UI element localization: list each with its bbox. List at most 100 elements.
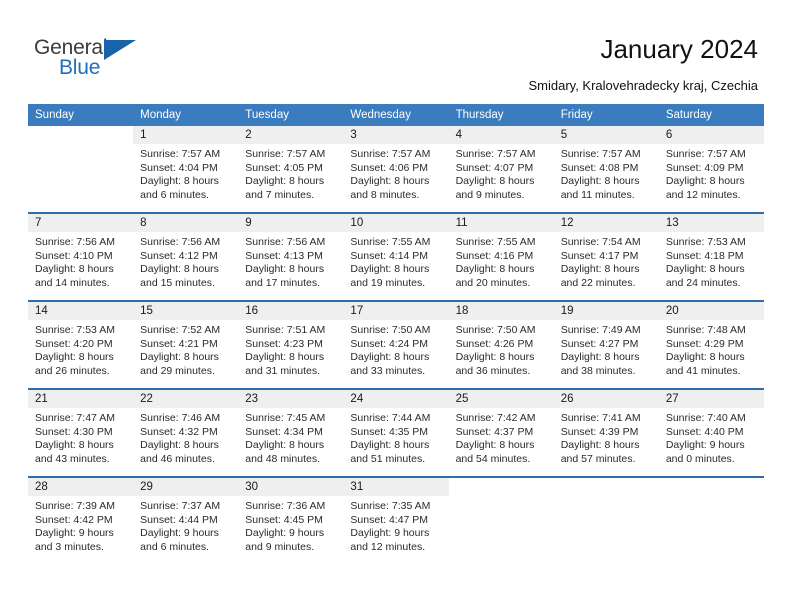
daylight-duration-line1: Daylight: 8 hours [140, 351, 219, 364]
calendar-day-cell[interactable]: 29 Sunrise: 7:37 AM Sunset: 4:44 PM Dayligh… [133, 478, 239, 564]
calendar-day-cell[interactable]: 15 Sunrise: 7:52 AM Sunset: 4:21 PM Dayligh… [133, 302, 239, 388]
daylight-duration-line2: and 26 minutes. [35, 364, 110, 377]
weekday-header-monday: Monday [140, 109, 182, 121]
general-blue-logo[interactable]: General Blue [34, 36, 154, 86]
calendar-week-body: 21 Sunrise: 7:47 AM Sunset: 4:30 PM Dayligh… [28, 390, 764, 476]
day-sun-info: Sunrise: 7:48 AM Sunset: 4:29 PM Daylight:… [659, 320, 764, 378]
daylight-duration-line1: Daylight: 9 hours [350, 527, 430, 540]
weekday-header-sunday: Sunday [35, 109, 75, 121]
calendar-day-cell[interactable]: 8 Sunrise: 7:56 AM Sunset: 4:12 PM Daylight… [133, 214, 239, 300]
day-number: 20 [658, 302, 764, 320]
day-sun-info: Sunrise: 7:53 AM Sunset: 4:18 PM Daylight:… [659, 232, 764, 290]
sunset-time: Sunset: 4:18 PM [665, 249, 744, 262]
calendar-day-cell[interactable]: 20 Sunrise: 7:48 AM Sunset: 4:29 PM Dayligh… [658, 302, 764, 388]
calendar-day-cell[interactable]: 10 Sunrise: 7:55 AM Sunset: 4:14 PM Dayligh… [343, 214, 449, 300]
sunset-time: Sunset: 4:23 PM [245, 337, 323, 350]
calendar-week-body: 7 Sunrise: 7:56 AM Sunset: 4:10 PM Daylight… [28, 214, 764, 300]
day-number: 27 [658, 390, 764, 408]
calendar-day-cell[interactable]: 25 Sunrise: 7:42 AM Sunset: 4:37 PM Dayligh… [448, 390, 554, 476]
calendar-day-cell[interactable]: 27 Sunrise: 7:40 AM Sunset: 4:40 PM Dayligh… [658, 390, 764, 476]
calendar-day-cell[interactable]: 9 Sunrise: 7:56 AM Sunset: 4:13 PM Daylight… [238, 214, 344, 300]
daylight-duration-line1: Daylight: 8 hours [560, 175, 640, 188]
daylight-duration-line2: and 17 minutes. [245, 276, 320, 289]
calendar-day-cell[interactable]: 16 Sunrise: 7:51 AM Sunset: 4:23 PM Dayligh… [238, 302, 344, 388]
page-header: General Blue January 2024 Smidary, Kralo… [0, 0, 792, 100]
sunrise-time: Sunrise: 7:48 AM [665, 324, 746, 336]
calendar-page: General Blue January 2024 Smidary, Kralo… [0, 0, 792, 612]
day-number: 21 [28, 390, 134, 408]
sunrise-time: Sunrise: 7:55 AM [350, 236, 431, 248]
daylight-duration-line1: Daylight: 8 hours [455, 351, 535, 364]
day-number: 28 [28, 478, 134, 496]
calendar-day-cell[interactable]: 3 Sunrise: 7:57 AM Sunset: 4:06 PM Daylight… [343, 126, 449, 212]
day-number: 31 [343, 478, 449, 496]
calendar-day-cell[interactable]: 31 Sunrise: 7:35 AM Sunset: 4:47 PM Dayligh… [343, 478, 449, 564]
sunrise-time: Sunrise: 7:56 AM [35, 236, 115, 248]
sunrise-time: Sunrise: 7:40 AM [665, 412, 746, 424]
calendar-day-cell[interactable]: 18 Sunrise: 7:50 AM Sunset: 4:26 PM Dayligh… [448, 302, 554, 388]
weekday-header-saturday: Saturday [665, 109, 712, 121]
daylight-duration-line1: Daylight: 9 hours [245, 527, 325, 540]
calendar-weeks: 1 Sunrise: 7:57 AM Sunset: 4:04 PM Daylight… [28, 126, 764, 564]
sunset-time: Sunset: 4:34 PM [245, 425, 323, 438]
daylight-duration-line1: Daylight: 9 hours [140, 527, 219, 540]
sunset-time: Sunset: 4:40 PM [665, 425, 744, 438]
logo-triangle-icon [104, 40, 136, 60]
weekday-header-row: Sunday Monday Tuesday Wednesday Thursday… [28, 104, 764, 126]
calendar-week-body: 1 Sunrise: 7:57 AM Sunset: 4:04 PM Daylight… [28, 126, 764, 212]
calendar-week-row: 14 Sunrise: 7:53 AM Sunset: 4:20 PM Dayligh… [28, 300, 764, 388]
day-number: 29 [133, 478, 239, 496]
calendar-day-cell[interactable]: 26 Sunrise: 7:41 AM Sunset: 4:39 PM Dayligh… [553, 390, 659, 476]
daylight-duration-line1: Daylight: 9 hours [665, 439, 745, 452]
sunset-time: Sunset: 4:07 PM [455, 161, 534, 174]
calendar-day-cell[interactable]: 22 Sunrise: 7:46 AM Sunset: 4:32 PM Dayligh… [133, 390, 239, 476]
calendar-day-cell[interactable]: 13 Sunrise: 7:53 AM Sunset: 4:18 PM Dayligh… [658, 214, 764, 300]
calendar-day-cell[interactable]: 6 Sunrise: 7:57 AM Sunset: 4:09 PM Daylight… [658, 126, 764, 212]
calendar-day-cell[interactable]: 4 Sunrise: 7:57 AM Sunset: 4:07 PM Daylight… [448, 126, 554, 212]
calendar-day-cell[interactable]: 19 Sunrise: 7:49 AM Sunset: 4:27 PM Dayligh… [553, 302, 659, 388]
day-sun-info: Sunrise: 7:44 AM Sunset: 4:35 PM Daylight:… [343, 408, 448, 466]
sunrise-time: Sunrise: 7:56 AM [140, 236, 221, 248]
calendar-day-cell[interactable]: 21 Sunrise: 7:47 AM Sunset: 4:30 PM Dayligh… [28, 390, 134, 476]
day-number: 1 [133, 126, 239, 144]
location-subtitle: Smidary, Kralovehradecky kraj, Czechia [528, 78, 758, 93]
day-sun-info: Sunrise: 7:57 AM Sunset: 4:05 PM Daylight:… [238, 144, 343, 202]
daylight-duration-line1: Daylight: 8 hours [455, 175, 535, 188]
sunset-time: Sunset: 4:45 PM [245, 513, 323, 526]
day-sun-info: Sunrise: 7:53 AM Sunset: 4:20 PM Daylight:… [28, 320, 133, 378]
calendar-day-cell[interactable]: 14 Sunrise: 7:53 AM Sunset: 4:20 PM Dayligh… [28, 302, 134, 388]
calendar-week-row: 1 Sunrise: 7:57 AM Sunset: 4:04 PM Daylight… [28, 126, 764, 212]
calendar-day-cell[interactable]: 11 Sunrise: 7:55 AM Sunset: 4:16 PM Dayligh… [448, 214, 554, 300]
sunset-time: Sunset: 4:35 PM [350, 425, 429, 438]
sunrise-time: Sunrise: 7:36 AM [245, 500, 326, 512]
calendar-day-cell[interactable]: 17 Sunrise: 7:50 AM Sunset: 4:24 PM Dayligh… [343, 302, 449, 388]
daylight-duration-line2: and 19 minutes. [350, 276, 426, 289]
calendar-day-cell-empty [659, 478, 764, 564]
sunset-time: Sunset: 4:37 PM [455, 425, 534, 438]
calendar-day-cell[interactable]: 23 Sunrise: 7:45 AM Sunset: 4:34 PM Dayligh… [238, 390, 344, 476]
calendar-day-cell[interactable]: 2 Sunrise: 7:57 AM Sunset: 4:05 PM Daylight… [238, 126, 344, 212]
calendar-day-cell[interactable]: 5 Sunrise: 7:57 AM Sunset: 4:08 PM Daylight… [553, 126, 659, 212]
day-number: 3 [343, 126, 449, 144]
weekday-header-thursday: Thursday [455, 109, 504, 121]
calendar-day-cell[interactable]: 7 Sunrise: 7:56 AM Sunset: 4:10 PM Daylight… [28, 214, 134, 300]
sunrise-time: Sunrise: 7:57 AM [245, 148, 326, 160]
calendar-day-cell[interactable]: 30 Sunrise: 7:36 AM Sunset: 4:45 PM Dayligh… [238, 478, 344, 564]
calendar-day-cell[interactable]: 24 Sunrise: 7:44 AM Sunset: 4:35 PM Dayligh… [343, 390, 449, 476]
calendar-day-cell[interactable]: 12 Sunrise: 7:54 AM Sunset: 4:17 PM Dayligh… [553, 214, 659, 300]
sunrise-time: Sunrise: 7:35 AM [350, 500, 431, 512]
daylight-duration-line1: Daylight: 8 hours [350, 263, 430, 276]
sunset-time: Sunset: 4:47 PM [350, 513, 429, 526]
daylight-duration-line2: and 12 minutes. [665, 188, 741, 201]
daylight-duration-line2: and 43 minutes. [35, 452, 110, 465]
sunset-time: Sunset: 4:39 PM [560, 425, 639, 438]
calendar-day-cell[interactable]: 1 Sunrise: 7:57 AM Sunset: 4:04 PM Daylight… [133, 126, 239, 212]
sunrise-time: Sunrise: 7:57 AM [140, 148, 221, 160]
day-sun-info: Sunrise: 7:57 AM Sunset: 4:09 PM Daylight:… [659, 144, 764, 202]
sunset-time: Sunset: 4:06 PM [350, 161, 429, 174]
calendar-day-cell[interactable]: 28 Sunrise: 7:39 AM Sunset: 4:42 PM Dayligh… [28, 478, 134, 564]
day-sun-info: Sunrise: 7:51 AM Sunset: 4:23 PM Daylight:… [238, 320, 343, 378]
sunrise-time: Sunrise: 7:57 AM [665, 148, 746, 160]
day-number: 18 [448, 302, 554, 320]
day-number: 23 [238, 390, 344, 408]
